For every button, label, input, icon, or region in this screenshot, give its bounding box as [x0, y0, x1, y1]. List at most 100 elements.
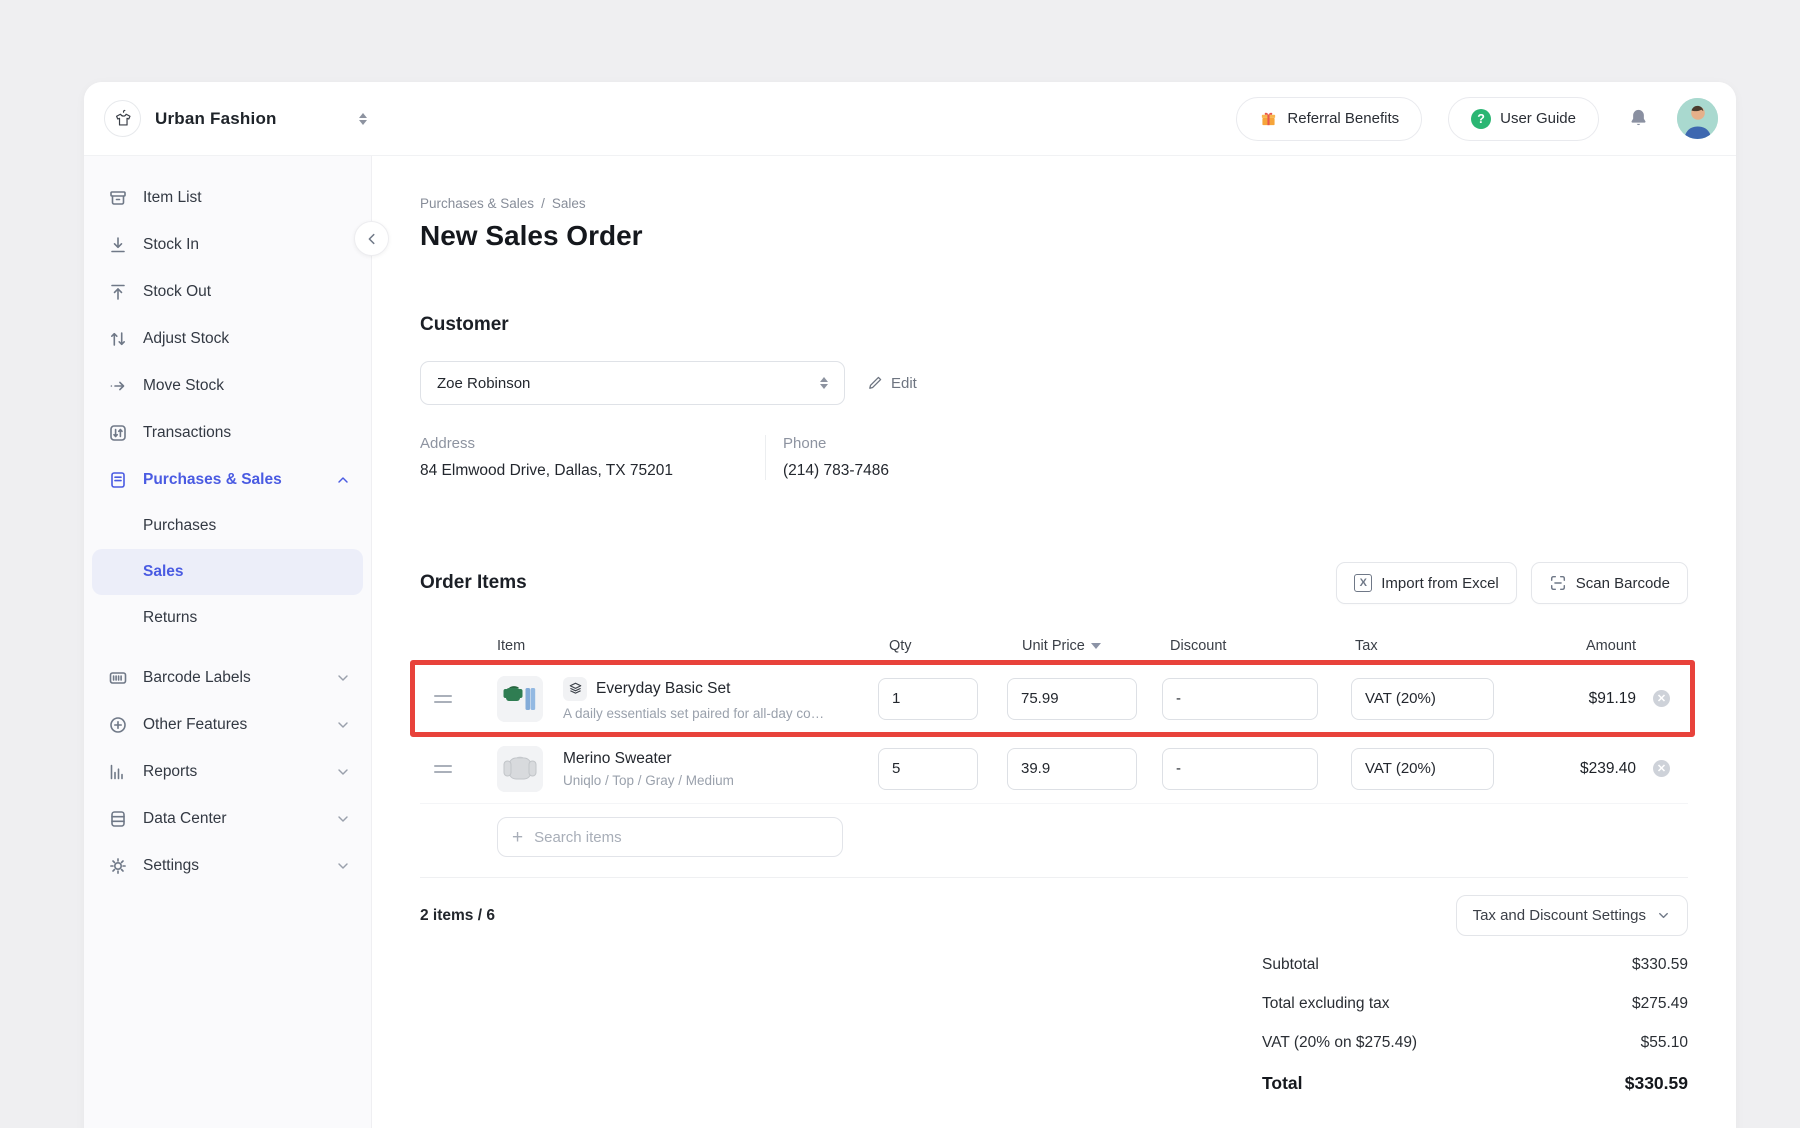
sidebar-subitem-sales[interactable]: Sales: [92, 549, 363, 595]
summary-label: Subtotal: [1262, 956, 1319, 974]
item-name[interactable]: Everyday Basic Set: [596, 680, 730, 698]
chevron-down-icon: [335, 670, 351, 686]
breadcrumb: Purchases & Sales / Sales: [420, 196, 1688, 211]
summary-row-total: Total $330.59: [1262, 1073, 1688, 1094]
chevron-up-icon: [335, 472, 351, 488]
column-discount: Discount: [1162, 638, 1318, 654]
sidebar-label: Purchases & Sales: [143, 471, 282, 489]
adjust-stock-icon: [108, 329, 128, 349]
order-summary: Subtotal $330.59 Total excluding tax $27…: [1262, 956, 1688, 1094]
user-avatar[interactable]: [1677, 98, 1718, 139]
chevron-left-icon: [365, 232, 379, 246]
drag-handle[interactable]: [420, 765, 497, 773]
avatar-image: [1677, 98, 1718, 139]
company-logo: [104, 100, 141, 137]
customer-heading: Customer: [420, 314, 1688, 336]
drag-handle[interactable]: [420, 695, 497, 703]
sidebar-item-transactions[interactable]: Transactions: [84, 409, 371, 456]
address-value: 84 Elmwood Drive, Dallas, TX 75201: [420, 462, 765, 480]
chevron-down-icon: [1656, 908, 1671, 923]
item-thumbnail: [497, 746, 543, 792]
document-icon: [108, 470, 128, 490]
sidebar-label: Move Stock: [143, 377, 224, 395]
sidebar-subitem-returns[interactable]: Returns: [84, 595, 371, 641]
tax-input[interactable]: [1351, 678, 1494, 720]
amount-value: $91.19: [1516, 690, 1636, 708]
customer-select[interactable]: Zoe Robinson: [420, 361, 845, 405]
summary-row-vat: VAT (20% on $275.49) $55.10: [1262, 1034, 1688, 1052]
customer-selected-name: Zoe Robinson: [437, 375, 530, 392]
item-info: Everyday Basic Set A daily essentials se…: [563, 677, 878, 721]
bar-chart-icon: [108, 762, 128, 782]
referral-benefits-button[interactable]: Referral Benefits: [1236, 97, 1422, 141]
stock-in-icon: [108, 235, 128, 255]
summary-value: $55.10: [1641, 1034, 1688, 1052]
customer-edit-button[interactable]: Edit: [867, 375, 917, 392]
summary-label: Total excluding tax: [1262, 995, 1390, 1013]
sidebar-collapse-button[interactable]: [354, 221, 389, 256]
breadcrumb-section[interactable]: Purchases & Sales: [420, 196, 534, 211]
sidebar-item-reports[interactable]: Reports: [84, 748, 371, 795]
discount-input[interactable]: [1162, 678, 1318, 720]
sidebar-item-adjust-stock[interactable]: Adjust Stock: [84, 315, 371, 362]
tax-input[interactable]: [1351, 748, 1494, 790]
gear-icon: [108, 856, 128, 876]
edit-label: Edit: [891, 375, 917, 392]
tax-discount-settings-button[interactable]: Tax and Discount Settings: [1456, 895, 1688, 936]
sidebar-item-stock-in[interactable]: Stock In: [84, 221, 371, 268]
sidebar-item-barcode-labels[interactable]: Barcode Labels: [84, 654, 371, 701]
user-guide-button[interactable]: ? User Guide: [1448, 97, 1599, 141]
remove-row-button[interactable]: ✕: [1653, 760, 1670, 777]
address-label: Address: [420, 435, 765, 452]
breadcrumb-current[interactable]: Sales: [552, 196, 586, 211]
unit-price-input[interactable]: [1007, 748, 1137, 790]
pencil-icon: [867, 375, 883, 391]
plus-icon: +: [512, 828, 523, 847]
sidebar-item-item-list[interactable]: Item List: [84, 174, 371, 221]
sidebar-item-purchases-sales[interactable]: Purchases & Sales: [84, 456, 371, 503]
column-unit-price[interactable]: Unit Price: [1007, 638, 1137, 654]
top-bar: Urban Fashion Referral Benefits ? User G…: [84, 82, 1736, 156]
sidebar-item-other-features[interactable]: Other Features: [84, 701, 371, 748]
stock-out-icon: [108, 282, 128, 302]
scan-barcode-button[interactable]: Scan Barcode: [1531, 562, 1688, 604]
item-name[interactable]: Merino Sweater: [563, 750, 672, 768]
qty-input[interactable]: [878, 678, 978, 720]
sidebar-item-data-center[interactable]: Data Center: [84, 795, 371, 842]
excel-icon: X: [1354, 574, 1372, 592]
bundle-thumbnail-image: [497, 676, 543, 722]
sidebar-label: Transactions: [143, 424, 231, 442]
qty-input[interactable]: [878, 748, 978, 790]
sidebar-label: Reports: [143, 763, 197, 781]
sidebar-item-settings[interactable]: Settings: [84, 842, 371, 889]
notifications-button[interactable]: [1625, 107, 1651, 130]
company-switcher[interactable]: [359, 113, 367, 125]
unit-price-input[interactable]: [1007, 678, 1137, 720]
transactions-icon: [108, 423, 128, 443]
unit-price-label: Unit Price: [1022, 638, 1085, 654]
divider: [765, 435, 766, 480]
move-stock-icon: [108, 376, 128, 396]
remove-row-button[interactable]: ✕: [1653, 690, 1670, 707]
archive-box-icon: [108, 188, 128, 208]
sidebar-subitem-purchases[interactable]: Purchases: [84, 503, 371, 549]
bundle-layers-icon: [563, 677, 587, 701]
app-window: Urban Fashion Referral Benefits ? User G…: [84, 82, 1736, 1128]
search-items-field[interactable]: +: [497, 817, 843, 857]
search-items-input[interactable]: [534, 829, 828, 846]
sidebar-item-move-stock[interactable]: Move Stock: [84, 362, 371, 409]
sort-descending-icon: [1091, 643, 1101, 649]
summary-row-subtotal: Subtotal $330.59: [1262, 956, 1688, 974]
scan-icon: [1549, 574, 1567, 592]
sidebar-label: Barcode Labels: [143, 669, 251, 687]
gift-icon: [1259, 109, 1278, 128]
discount-input[interactable]: [1162, 748, 1318, 790]
chevron-down-icon: [335, 764, 351, 780]
sidebar-item-stock-out[interactable]: Stock Out: [84, 268, 371, 315]
total-label: Total: [1262, 1073, 1303, 1094]
question-icon: ?: [1471, 109, 1491, 129]
chevron-down-icon: [335, 717, 351, 733]
import-from-excel-button[interactable]: X Import from Excel: [1336, 562, 1517, 604]
order-items-heading: Order Items: [420, 572, 527, 594]
items-count: 2 items / 6: [420, 907, 495, 925]
